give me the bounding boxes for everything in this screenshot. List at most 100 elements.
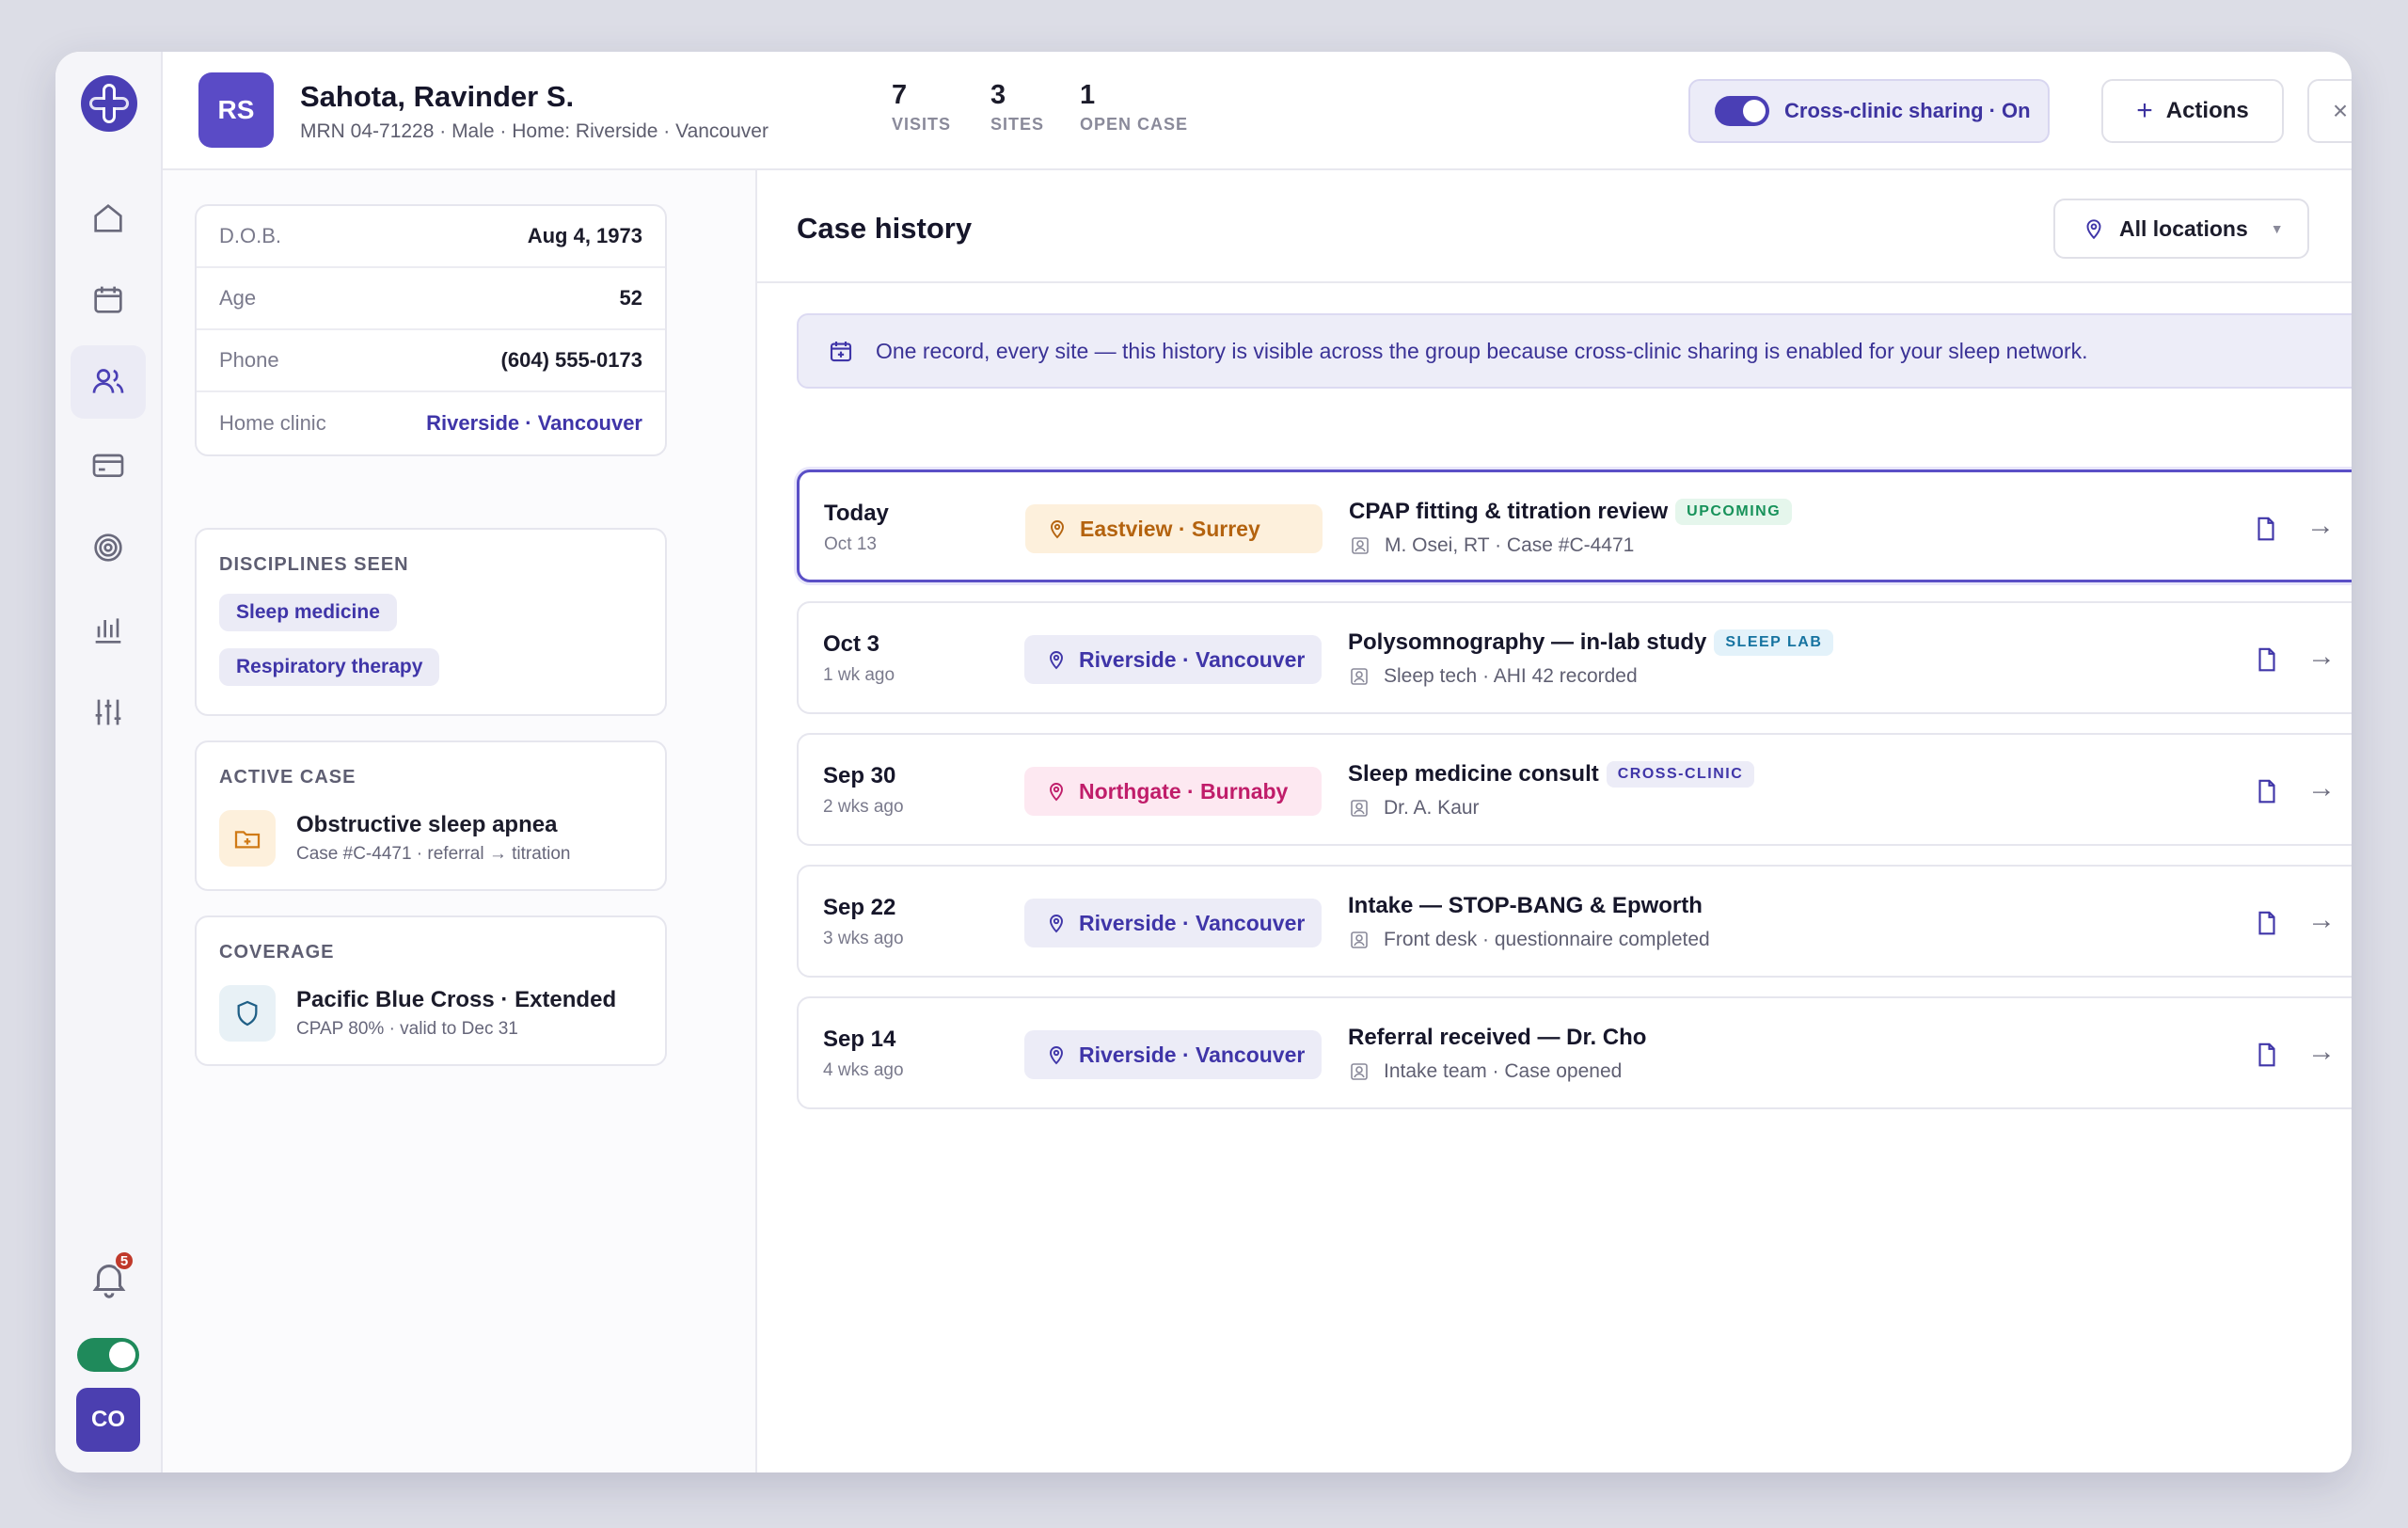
location-pill[interactable]: Riverside · Vancouver (1024, 1030, 1322, 1079)
coverage-name: Pacific Blue Cross · Extended (296, 987, 617, 1012)
row-title: Sleep medicine consult (1348, 761, 1599, 787)
location-pill[interactable]: Eastview · Surrey (1025, 504, 1323, 553)
document-icon[interactable] (2253, 776, 2281, 806)
stat-value: 1 (1080, 80, 1096, 110)
row-date: Oct 3 (823, 631, 880, 657)
arrow-right-icon[interactable]: → (2307, 641, 2336, 673)
nav-settings[interactable] (71, 676, 146, 749)
row-title-line: Intake — STOP-BANG & Epworth (1348, 893, 1703, 919)
row-date: Sep 22 (823, 895, 896, 920)
location-pin-icon (1050, 651, 1063, 670)
actions-button[interactable]: + Actions (2101, 79, 2284, 143)
history-row[interactable]: Sep 22 3 wks ago Riverside · Vancouver I… (797, 865, 2352, 978)
coverage-card[interactable]: COVERAGE Pacific Blue Cross · Extended C… (195, 915, 667, 1066)
discipline-chip[interactable]: Sleep medicine (219, 594, 397, 631)
location-pin-icon (2086, 219, 2101, 240)
banner-text: One record, every site — this history is… (876, 338, 2088, 363)
row-sub: Dr. A. Kaur (1348, 797, 1480, 820)
discipline-chip[interactable]: Respiratory therapy (219, 648, 440, 686)
document-icon[interactable] (2253, 645, 2281, 675)
sliders-icon (95, 699, 121, 725)
row-date: Sep 30 (823, 763, 896, 788)
nav-reports[interactable] (71, 593, 146, 666)
case-history-panel: Case history All locations ▼ One record,… (757, 170, 2352, 1472)
row-subdate: 1 wk ago (823, 665, 895, 685)
status-badge: UPCOMING (1675, 499, 1793, 525)
person-card-icon (1351, 668, 1368, 685)
panel-header: Case history All locations ▼ (757, 170, 2352, 283)
app-logo[interactable] (80, 74, 138, 133)
arrow-right-icon[interactable]: → (2307, 772, 2336, 804)
row-title-line: Polysomnography — in-lab study SLEEP LAB (1348, 629, 1834, 656)
bar-chart-icon (95, 618, 121, 644)
document-icon[interactable] (2253, 1040, 2281, 1070)
history-row[interactable]: Oct 3 1 wk ago Riverside · Vancouver Pol… (797, 601, 2352, 714)
coverage-sub: CPAP 80% · valid to Dec 31 (296, 1019, 518, 1039)
stat-label: OPEN CASE (1080, 115, 1189, 134)
arrow-right-icon[interactable]: → (2306, 510, 2335, 542)
cross-clinic-sharing-toggle[interactable]: Cross-clinic sharing · On (1688, 79, 2050, 143)
home-clinic-link[interactable]: Riverside · Vancouver (426, 411, 642, 436)
sharing-info-banner: One record, every site — this history is… (797, 313, 2352, 389)
detail-value: Aug 4, 1973 (527, 224, 642, 247)
history-row[interactable]: Sep 14 4 wks ago Riverside · Vancouver R… (797, 996, 2352, 1109)
location-pin-icon (1050, 915, 1063, 933)
row-subdate: Oct 13 (824, 534, 877, 554)
location-pill[interactable]: Riverside · Vancouver (1024, 899, 1322, 947)
row-sub-text: Intake team · Case opened (1384, 1060, 1623, 1082)
document-icon[interactable] (2253, 908, 2281, 938)
folder-icon (219, 810, 276, 867)
row-sub: Intake team · Case opened (1348, 1060, 1622, 1083)
document-icon[interactable] (2252, 514, 2280, 544)
location-pill[interactable]: Northgate · Burnaby (1024, 767, 1322, 816)
details-card: D.O.B. Aug 4, 1973 Age 52 Phone (604) 55… (195, 204, 667, 456)
location-filter-select[interactable]: All locations ▼ (2053, 199, 2309, 259)
location-label: Riverside · Vancouver (1079, 1042, 1306, 1067)
nav-goals[interactable] (71, 511, 146, 584)
nav-home[interactable] (71, 182, 146, 255)
location-pin-icon (1051, 520, 1064, 539)
person-card-icon (1351, 931, 1368, 948)
nav-patients[interactable] (71, 345, 146, 419)
sidebar-toggle[interactable] (77, 1338, 139, 1372)
row-title: CPAP fitting & titration review (1349, 499, 1669, 524)
toggle-switch[interactable] (1715, 96, 1769, 126)
arrow-right-icon[interactable]: → (2307, 1036, 2336, 1068)
row-sub: Front desk · questionnaire completed (1348, 929, 1710, 951)
notifications-button[interactable]: 5 (87, 1250, 135, 1301)
credit-card-icon (92, 454, 124, 477)
user-avatar[interactable]: CO (76, 1388, 140, 1452)
row-sub-text: M. Osei, RT · Case #C-4471 (1385, 534, 1635, 556)
actions-label: Actions (2165, 98, 2249, 123)
detail-value: (604) 555-0173 (500, 348, 642, 372)
row-date: Sep 14 (823, 1027, 896, 1052)
person-card-icon (1352, 537, 1369, 554)
disciplines-card: DISCIPLINES SEEN Sleep medicine Respirat… (195, 528, 667, 716)
card-title: DISCIPLINES SEEN (219, 554, 409, 575)
location-label: Eastview · Surrey (1080, 516, 1260, 541)
close-button[interactable]: × (2307, 79, 2352, 143)
case-name: Obstructive sleep apnea (296, 812, 558, 837)
active-case-card[interactable]: ACTIVE CASE Obstructive sleep apnea Case… (195, 740, 667, 891)
status-badge: CROSS-CLINIC (1606, 761, 1755, 788)
location-pill[interactable]: Riverside · Vancouver (1024, 635, 1322, 684)
stat-label: VISITS (892, 115, 952, 134)
location-label: Riverside · Vancouver (1079, 910, 1306, 935)
history-row[interactable]: Today Oct 13 Eastview · Surrey CPAP fitt… (797, 470, 2352, 582)
chevron-down-icon: ▼ (2270, 221, 2284, 236)
calendar-icon (94, 286, 122, 313)
row-title-line: CPAP fitting & titration review UPCOMING (1349, 499, 1793, 525)
stat-value: 7 (892, 80, 908, 110)
detail-value: 52 (619, 286, 642, 310)
row-sub: M. Osei, RT · Case #C-4471 (1349, 534, 1634, 557)
arrow-right-icon[interactable]: → (2307, 904, 2336, 936)
detail-key: Home clinic (219, 411, 326, 435)
nav-calendar[interactable] (71, 263, 146, 336)
nav-billing[interactable] (71, 428, 146, 501)
row-title-line: Referral received — Dr. Cho (1348, 1025, 1646, 1051)
patient-header: RS Sahota, Ravinder S. MRN 04-71228 · Ma… (163, 52, 2352, 170)
detail-row: Age 52 (197, 268, 665, 330)
history-row[interactable]: Sep 30 2 wks ago Northgate · Burnaby Sle… (797, 733, 2352, 846)
stat-visits: 7 VISITS (892, 80, 951, 135)
stat-sites: 3 SITES (990, 80, 1044, 135)
